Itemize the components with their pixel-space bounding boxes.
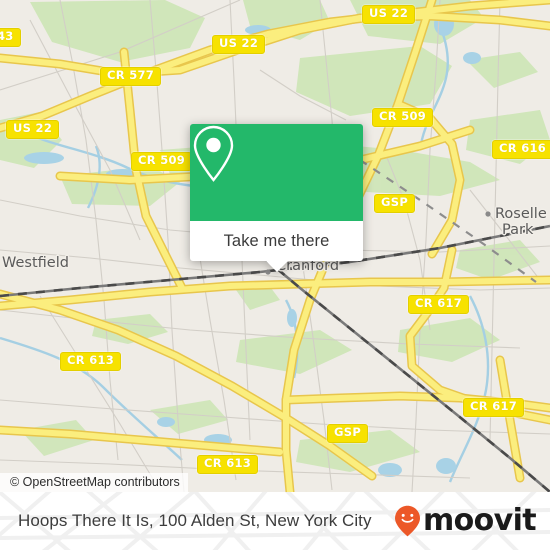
map-canvas[interactable]: Westfield Cranford Roselle Park US 22 43… — [0, 0, 550, 492]
highway-shield-cr509-right[interactable]: CR 509 — [372, 108, 434, 127]
highway-shield-43[interactable]: 43 — [0, 28, 21, 47]
popup-pointer-tail — [264, 260, 289, 272]
moovit-logo[interactable]: moovit — [394, 503, 537, 538]
take-me-there-button[interactable]: Take me there — [190, 221, 363, 261]
highway-shield-cr509-left[interactable]: CR 509 — [131, 152, 193, 171]
map-attribution[interactable]: © OpenStreetMap contributors — [0, 473, 188, 492]
highway-shield-gsp-lower[interactable]: GSP — [327, 424, 369, 443]
moovit-smiley-pin-icon — [394, 505, 420, 537]
popup-image-area — [190, 124, 363, 221]
highway-shield-cr616[interactable]: CR 616 — [492, 140, 550, 159]
moovit-map-screenshot: Westfield Cranford Roselle Park US 22 43… — [0, 0, 550, 550]
highway-shield-cr617-lower[interactable]: CR 617 — [463, 398, 525, 417]
highway-shield-gsp-upper[interactable]: GSP — [374, 194, 416, 213]
location-popup[interactable]: Take me there — [190, 124, 363, 272]
place-label-westfield: Westfield — [2, 255, 69, 271]
footer-bar: Hoops There It Is, 100 Alden St, New Yor… — [0, 492, 550, 550]
place-label-roselle: Roselle — [495, 206, 547, 222]
highway-shield-cr613-lower[interactable]: CR 613 — [197, 455, 259, 474]
place-label-park: Park — [502, 222, 534, 238]
moovit-wordmark: moovit — [422, 503, 537, 538]
take-me-there-label: Take me there — [223, 231, 330, 250]
highway-shield-cr617-upper[interactable]: CR 617 — [408, 295, 470, 314]
highway-shield-us22-mid[interactable]: US 22 — [212, 35, 266, 54]
page-title: Hoops There It Is, 100 Alden St, New Yor… — [18, 511, 372, 530]
highway-shield-cr577[interactable]: CR 577 — [100, 67, 162, 86]
highway-shield-us22-top[interactable]: US 22 — [362, 5, 416, 24]
highway-shield-cr613-upper[interactable]: CR 613 — [60, 352, 122, 371]
location-pin-icon — [193, 125, 234, 182]
highway-shield-us22-left[interactable]: US 22 — [6, 120, 60, 139]
